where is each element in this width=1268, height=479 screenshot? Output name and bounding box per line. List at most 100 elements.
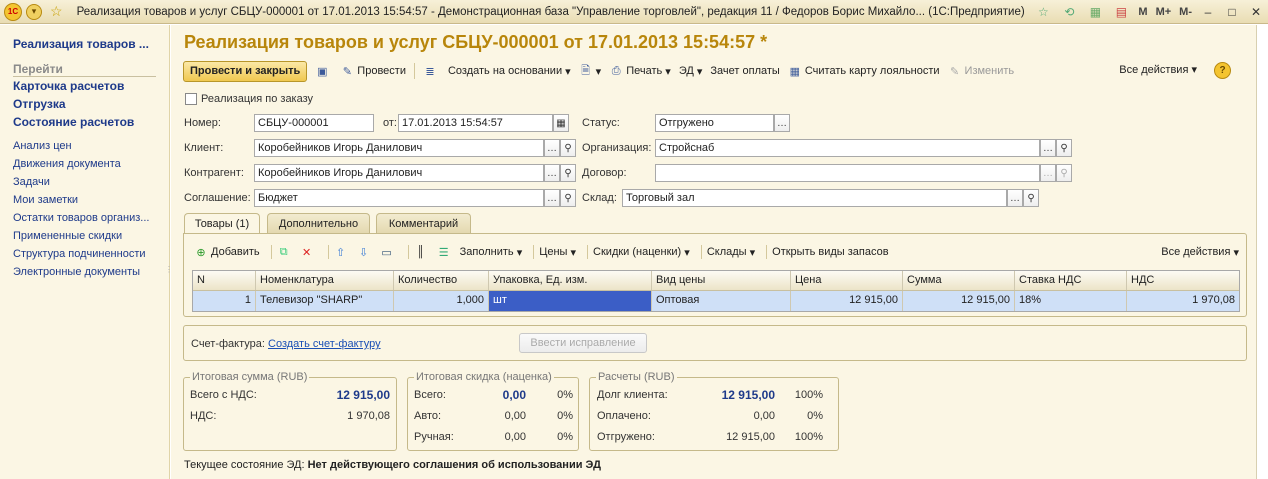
col-header-price-type[interactable]: Вид цены <box>652 271 791 290</box>
cell-n[interactable]: 1 <box>193 291 256 311</box>
contract-select-button[interactable]: … <box>1040 164 1056 182</box>
payment-offset-button[interactable]: Зачет оплаты <box>710 65 779 77</box>
tab-additional[interactable]: Дополнительно <box>267 213 370 233</box>
journal-button[interactable]: ≣ <box>423 64 440 78</box>
warehouse-open-icon[interactable]: ⚲ <box>1023 189 1039 207</box>
calendar-icon[interactable]: ▤ <box>1113 4 1129 20</box>
organization-select-button[interactable]: … <box>1040 139 1056 157</box>
picker-button[interactable]: ▭ <box>380 245 397 259</box>
read-loyalty-card-button[interactable]: ▦ Считать карту лояльности <box>788 64 940 78</box>
back-forward-icon[interactable]: ▾ <box>26 3 42 20</box>
nav-title[interactable]: Реализация товаров ... <box>13 37 149 51</box>
contract-field[interactable] <box>655 164 1040 182</box>
tab-comment[interactable]: Комментарий <box>376 213 471 233</box>
client-field[interactable]: Коробейников Игорь Данилович <box>254 139 544 157</box>
discounts-menu[interactable]: Скидки (наценки) ▾ <box>593 246 690 259</box>
favorites-add-icon[interactable]: ☆ <box>1035 4 1051 20</box>
warehouses-menu[interactable]: Склады ▾ <box>707 246 755 259</box>
table-row[interactable]: 1 Телевизор "SHARP" 1,000 шт Оптовая 12 … <box>193 291 1239 311</box>
status-select-button[interactable]: … <box>774 114 790 132</box>
cell-vat-rate[interactable]: 18% <box>1015 291 1127 311</box>
col-header-package[interactable]: Упаковка, Ед. изм. <box>489 271 652 290</box>
organization-field[interactable]: Стройснаб <box>655 139 1040 157</box>
cell-sum[interactable]: 12 915,00 <box>903 291 1015 311</box>
close-icon[interactable]: ✕ <box>1244 5 1268 19</box>
memory-m-minus-button[interactable]: M- <box>1179 6 1192 18</box>
client-open-icon[interactable]: ⚲ <box>560 139 576 157</box>
nav-link-price-analysis[interactable]: Анализ цен <box>13 140 72 152</box>
nav-link-edocs[interactable]: Электронные документы <box>13 266 140 278</box>
create-invoice-link[interactable]: Создать счет-фактуру <box>268 338 381 350</box>
agreement-field[interactable]: Бюджет <box>254 189 544 207</box>
nav-link-tasks[interactable]: Задачи <box>13 176 50 188</box>
print-preview-button[interactable]: 🗎 ▾ <box>579 64 601 78</box>
app-logo-icon[interactable]: 1С <box>4 2 22 21</box>
nav-link-settlement-card[interactable]: Карточка расчетов <box>13 79 124 93</box>
memory-m-plus-button[interactable]: M+ <box>1156 6 1172 18</box>
agreement-select-button[interactable]: … <box>544 189 560 207</box>
cell-quantity[interactable]: 1,000 <box>394 291 489 311</box>
col-header-quantity[interactable]: Количество <box>394 271 489 290</box>
history-icon[interactable]: ⟲ <box>1061 4 1077 20</box>
contract-open-icon[interactable]: ⚲ <box>1056 164 1072 182</box>
star-icon[interactable]: ☆ <box>50 3 63 20</box>
enter-correction-button[interactable]: Ввести исправление <box>519 333 647 353</box>
move-up-button[interactable]: ⇧ <box>334 245 351 259</box>
cell-nomenclature[interactable]: Телевизор "SHARP" <box>256 291 394 311</box>
nav-link-stock-balances[interactable]: Остатки товаров организ... <box>13 212 149 224</box>
ed-menu-button[interactable]: ЭД ▾ <box>679 65 703 78</box>
nav-link-applied-discounts[interactable]: Примененные скидки <box>13 230 122 242</box>
counterparty-open-icon[interactable]: ⚲ <box>560 164 576 182</box>
col-header-vat-rate[interactable]: Ставка НДС <box>1015 271 1127 290</box>
warehouse-select-button[interactable]: … <box>1007 189 1023 207</box>
minimize-icon[interactable]: – <box>1196 5 1220 19</box>
nav-link-settlement-status[interactable]: Состояние расчетов <box>13 115 134 129</box>
tab-goods[interactable]: Товары (1) <box>184 213 260 234</box>
col-header-vat[interactable]: НДС <box>1127 271 1239 290</box>
selection-button[interactable]: ☰ <box>437 245 454 259</box>
nav-link-my-notes[interactable]: Мои заметки <box>13 194 78 206</box>
agreement-open-icon[interactable]: ⚲ <box>560 189 576 207</box>
maximize-icon[interactable]: □ <box>1220 5 1244 19</box>
col-header-sum[interactable]: Сумма <box>903 271 1015 290</box>
nav-link-document-movements[interactable]: Движения документа <box>13 158 121 170</box>
calculator-icon[interactable]: ▦ <box>1087 4 1103 20</box>
fill-menu[interactable]: Заполнить ▾ <box>460 246 523 259</box>
help-icon[interactable]: ? <box>1214 62 1231 79</box>
cell-price-type[interactable]: Оптовая <box>652 291 791 311</box>
by-order-checkbox[interactable] <box>185 93 197 105</box>
post-button[interactable]: ✎ Провести <box>340 64 406 78</box>
cell-package[interactable]: шт <box>489 291 652 311</box>
right-scroll-strip[interactable] <box>1256 25 1268 479</box>
col-header-price[interactable]: Цена <box>791 271 903 290</box>
print-button[interactable]: ⎙ Печать ▾ <box>609 64 671 78</box>
add-row-button[interactable]: ⊕ Добавить <box>194 245 259 259</box>
delete-row-button[interactable]: ✕ <box>300 245 317 259</box>
cell-vat[interactable]: 1 970,08 <box>1127 291 1239 311</box>
warehouse-field[interactable]: Торговый зал <box>622 189 1007 207</box>
organization-open-icon[interactable]: ⚲ <box>1056 139 1072 157</box>
create-based-on-button[interactable]: Создать на основании ▾ <box>448 65 571 78</box>
move-down-button[interactable]: ⇩ <box>357 245 374 259</box>
all-actions-menu[interactable]: Все действия ▾ <box>1119 63 1197 76</box>
counterparty-field[interactable]: Коробейников Игорь Данилович <box>254 164 544 182</box>
counterparty-select-button[interactable]: … <box>544 164 560 182</box>
memory-m-button[interactable]: M <box>1138 6 1147 18</box>
cell-price[interactable]: 12 915,00 <box>791 291 903 311</box>
prices-menu[interactable]: Цены ▾ <box>539 246 576 259</box>
change-button[interactable]: ✎ Изменить <box>948 64 1014 78</box>
barcode-button[interactable]: ║ <box>414 245 431 259</box>
table-all-actions-menu[interactable]: Все действия ▾ <box>1161 246 1239 259</box>
client-select-button[interactable]: … <box>544 139 560 157</box>
col-header-nomenclature[interactable]: Номенклатура <box>256 271 394 290</box>
number-field[interactable]: СБЦУ-000001 <box>254 114 374 132</box>
date-field[interactable]: 17.01.2013 15:54:57 <box>398 114 553 132</box>
nav-link-subordination[interactable]: Структура подчиненности <box>13 248 146 260</box>
copy-row-button[interactable]: ⧉ <box>277 245 294 259</box>
calendar-picker-icon[interactable]: ▦ <box>553 114 569 132</box>
post-and-close-button[interactable]: Провести и закрыть <box>183 60 308 82</box>
save-button[interactable]: ▣ <box>315 64 332 78</box>
open-stock-kinds-button[interactable]: Открыть виды запасов <box>772 246 888 258</box>
nav-link-shipment[interactable]: Отгрузка <box>13 97 66 111</box>
col-header-n[interactable]: N <box>193 271 256 290</box>
